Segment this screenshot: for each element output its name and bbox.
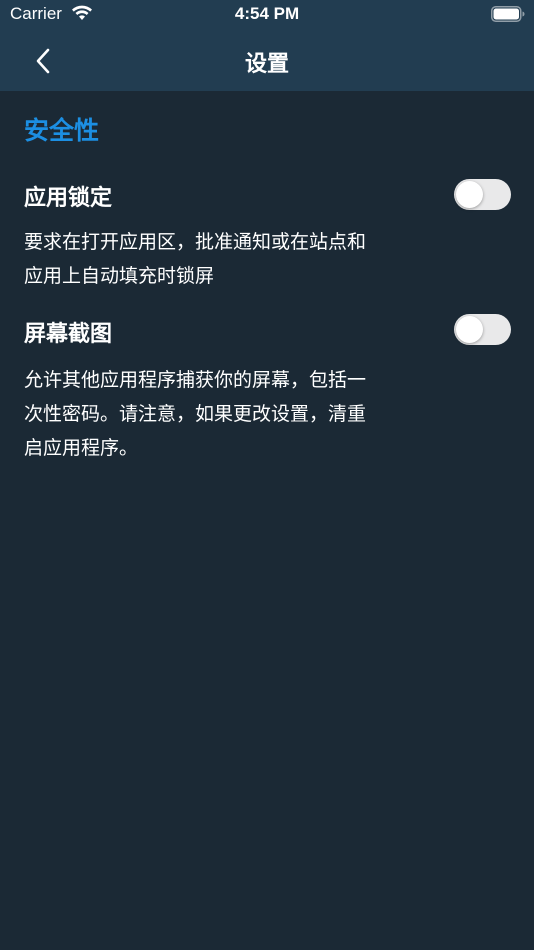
setting-app-lock-title: 应用锁定 [24, 186, 113, 211]
setting-app-lock-description: 要求在打开应用区，批准通知或在站点和应用上自动填充时锁屏 [24, 231, 367, 287]
setting-screenshot-title: 屏幕截图 [24, 322, 113, 347]
clock-time: 4:54 PM [234, 4, 300, 23]
setting-screenshot-description: 允许其他应用程序捕获你的屏幕，包括一次性密码。请注意，如果更改设置，清重启应用程… [24, 369, 367, 459]
header: Carrier 4:54 PM 设置 [0, 0, 534, 91]
section-title-security: 安全性 [24, 116, 100, 145]
page-title: 设置 [244, 52, 289, 77]
battery-icon [491, 6, 525, 22]
app-lock-toggle[interactable] [454, 179, 511, 210]
screenshot-toggle[interactable] [454, 314, 511, 345]
navigation-bar: 设置 [0, 30, 534, 91]
toggle-knob [456, 316, 483, 343]
toggle-knob [456, 181, 483, 208]
status-bar: Carrier 4:54 PM [0, 0, 534, 30]
